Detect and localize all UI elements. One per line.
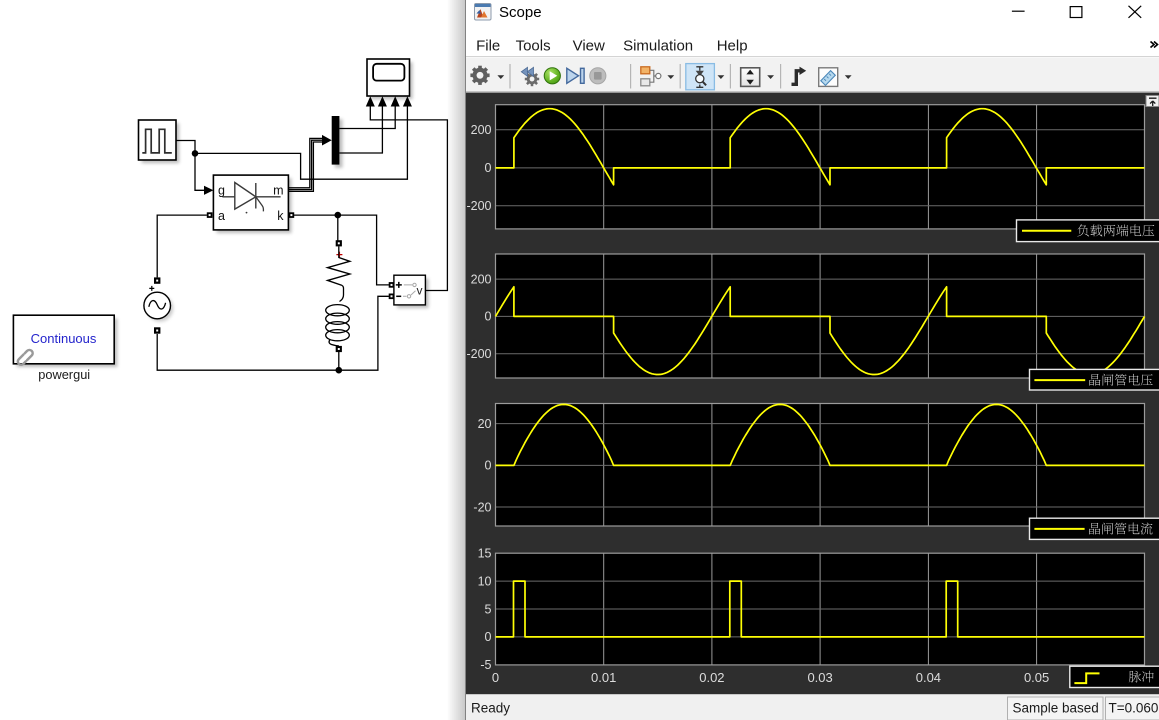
svg-text:200: 200: [471, 272, 492, 286]
svg-text:0.01: 0.01: [591, 670, 616, 685]
svg-text:Tools: Tools: [516, 38, 551, 55]
svg-text:0: 0: [485, 161, 492, 175]
svg-text:0.02: 0.02: [699, 670, 724, 685]
svg-text:Continuous: Continuous: [31, 331, 97, 346]
svg-text:0.05: 0.05: [1024, 670, 1049, 685]
svg-text:powergui: powergui: [38, 367, 90, 382]
svg-text:T=0.060: T=0.060: [1109, 701, 1159, 716]
svg-text:0.04: 0.04: [916, 670, 941, 685]
svg-text:Help: Help: [717, 38, 748, 55]
svg-text:10: 10: [478, 574, 492, 588]
svg-text:15: 15: [478, 547, 492, 561]
svg-text:m: m: [273, 184, 283, 198]
svg-text:-5: -5: [480, 658, 491, 672]
svg-text:20: 20: [478, 417, 492, 431]
svg-text:Simulation: Simulation: [623, 38, 693, 55]
svg-text:k: k: [277, 209, 284, 223]
svg-text:5: 5: [485, 602, 492, 616]
svg-text:-20: -20: [473, 500, 491, 514]
svg-text:-200: -200: [466, 199, 491, 213]
svg-text:a: a: [218, 209, 225, 223]
svg-text:0: 0: [485, 459, 492, 473]
svg-text:0: 0: [492, 670, 499, 685]
svg-text:v: v: [417, 284, 423, 298]
svg-text:Sample based: Sample based: [1013, 701, 1099, 716]
svg-text:200: 200: [471, 123, 492, 137]
svg-text:0: 0: [485, 310, 492, 324]
svg-text:File: File: [476, 38, 500, 55]
svg-text:0.03: 0.03: [807, 670, 832, 685]
svg-text:g: g: [218, 184, 225, 198]
svg-text:Ready: Ready: [471, 701, 510, 716]
svg-text:Scope: Scope: [499, 4, 542, 21]
svg-text:-200: -200: [466, 347, 491, 361]
svg-text:0: 0: [485, 630, 492, 644]
svg-text:View: View: [573, 38, 605, 55]
